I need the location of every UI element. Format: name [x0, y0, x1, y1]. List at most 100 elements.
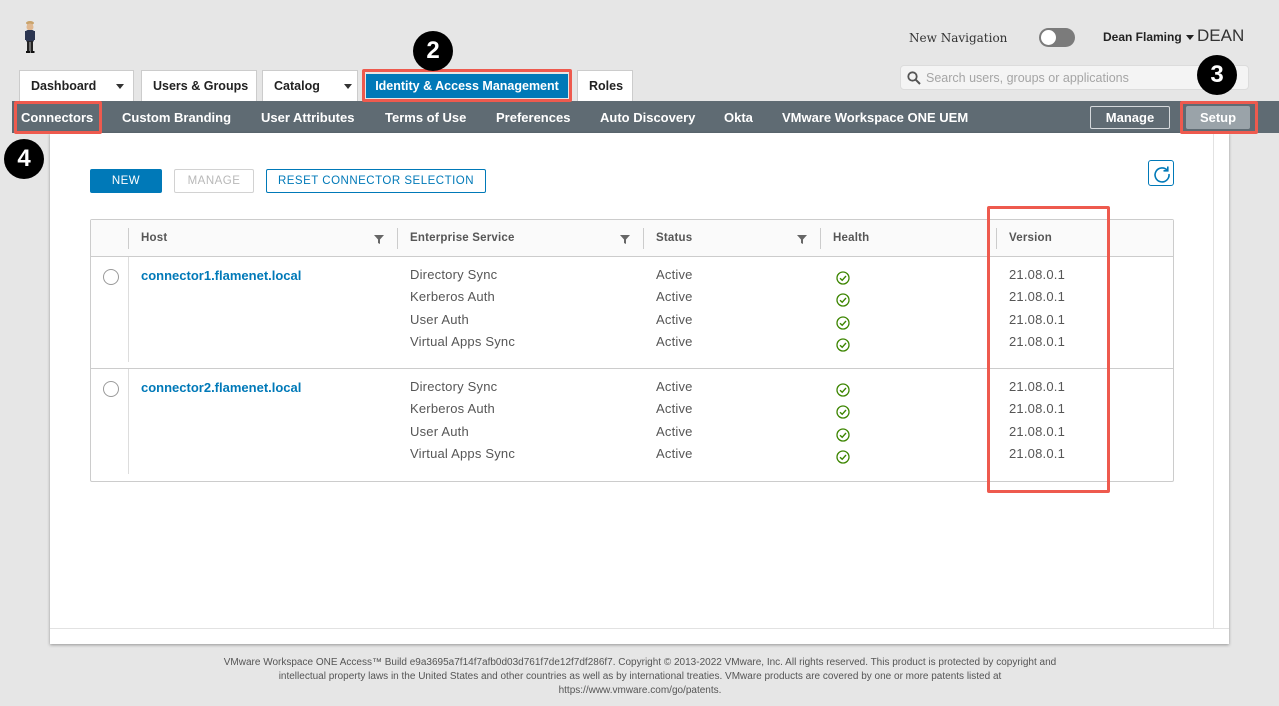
column-separator	[397, 228, 398, 249]
datagrid-header: Host Enterprise Service Status Health Ve…	[91, 220, 1173, 257]
status-cell: Active	[656, 401, 693, 416]
version-cell: 21.08.0.1	[1009, 379, 1066, 394]
tab-label: Identity & Access Management	[375, 79, 559, 93]
health-ok-icon	[836, 405, 850, 419]
tab-catalog[interactable]: Catalog	[262, 70, 358, 101]
filter-icon[interactable]	[797, 235, 807, 244]
subnav-item-custom-branding[interactable]: Custom Branding	[122, 110, 231, 125]
status-cell: Active	[656, 424, 693, 439]
footer-line: intellectual property laws in the United…	[278, 671, 1002, 682]
table-row: connector1.flamenet.local Directory Sync…	[91, 257, 1173, 369]
tenant-name: DEAN	[1197, 26, 1245, 45]
tab-label: Roles	[589, 79, 624, 93]
callout-badge-3: 3	[1197, 55, 1237, 95]
manage-button[interactable]: Manage	[1090, 106, 1170, 129]
service-cell: User Auth	[410, 312, 469, 327]
subnav-item-vmware-workspace-one-uem[interactable]: VMware Workspace ONE UEM	[782, 110, 968, 125]
subnav-item-user-attributes[interactable]: User Attributes	[261, 110, 354, 125]
column-header-health[interactable]: Health	[833, 232, 869, 244]
callout-badge-2: 2	[413, 31, 453, 71]
status-cell: Active	[656, 267, 693, 282]
version-cell: 21.08.0.1	[1009, 289, 1066, 304]
connectors-datagrid: Host Enterprise Service Status Health Ve…	[90, 219, 1174, 482]
caret-down-icon	[116, 84, 125, 90]
version-cell: 21.08.0.1	[1009, 401, 1066, 416]
service-cell: Kerberos Auth	[410, 401, 495, 416]
new-button[interactable]: NEW	[90, 169, 162, 193]
filter-icon[interactable]	[620, 235, 630, 244]
health-ok-icon	[836, 293, 850, 307]
new-navigation-toggle[interactable]	[1039, 28, 1075, 47]
caret-down-icon	[1185, 34, 1194, 40]
refresh-icon	[1154, 166, 1170, 183]
tab-label: Users & Groups	[153, 79, 249, 93]
caret-down-icon	[343, 84, 352, 90]
status-cell: Active	[656, 334, 693, 349]
callout-badge-4: 4	[4, 139, 44, 179]
reset-connector-selection-button[interactable]: RESET CONNECTOR SELECTION	[266, 169, 486, 193]
service-cell: Kerberos Auth	[410, 289, 495, 304]
version-cell: 21.08.0.1	[1009, 312, 1066, 327]
column-separator	[128, 369, 129, 474]
column-separator	[128, 257, 129, 362]
service-cell: Virtual Apps Sync	[410, 446, 516, 461]
subnav-item-connectors[interactable]: Connectors	[21, 110, 93, 125]
health-ok-icon	[836, 383, 850, 397]
status-cell: Active	[656, 379, 693, 394]
column-separator	[820, 228, 821, 249]
sub-navigation-bar: Connectors Custom Branding User Attribut…	[12, 101, 1279, 133]
health-ok-icon	[836, 271, 850, 285]
version-cell: 21.08.0.1	[1009, 446, 1066, 461]
column-header-host[interactable]: Host	[141, 232, 167, 244]
divider	[50, 628, 1229, 629]
status-cell: Active	[656, 289, 693, 304]
refresh-button[interactable]	[1148, 160, 1174, 186]
subnav-item-auto-discovery[interactable]: Auto Discovery	[600, 110, 695, 125]
health-ok-icon	[836, 316, 850, 330]
footer-copyright: VMware Workspace ONE Access™ Build e9a36…	[160, 656, 1120, 698]
footer-line: https://www.vmware.com/go/patents.	[558, 685, 722, 696]
new-navigation-label: New Navigation	[909, 31, 1008, 45]
service-cell: Directory Sync	[410, 379, 498, 394]
tab-users-groups[interactable]: Users & Groups	[141, 70, 257, 101]
subnav-item-terms-of-use[interactable]: Terms of Use	[385, 110, 466, 125]
column-header-version[interactable]: Version	[1009, 232, 1052, 244]
column-separator	[643, 228, 644, 249]
column-separator	[128, 228, 129, 249]
tab-identity-access-management[interactable]: Identity & Access Management	[366, 74, 568, 98]
row-select-radio[interactable]	[103, 381, 119, 397]
version-cell: 21.08.0.1	[1009, 424, 1066, 439]
service-cell: Virtual Apps Sync	[410, 334, 516, 349]
user-menu[interactable]: Dean Flaming	[1103, 30, 1198, 44]
subnav-item-okta[interactable]: Okta	[724, 110, 753, 125]
health-ok-icon	[836, 450, 850, 464]
tab-dashboard[interactable]: Dashboard	[19, 70, 134, 101]
row-select-radio[interactable]	[103, 269, 119, 285]
status-cell: Active	[656, 312, 693, 327]
version-cell: 21.08.0.1	[1009, 267, 1066, 282]
user-name: Dean Flaming	[1103, 30, 1182, 44]
service-cell: Directory Sync	[410, 267, 498, 282]
status-cell: Active	[656, 446, 693, 461]
column-header-status[interactable]: Status	[656, 232, 692, 244]
search-input[interactable]	[926, 69, 1226, 87]
tab-roles[interactable]: Roles	[577, 70, 633, 101]
version-cell: 21.08.0.1	[1009, 334, 1066, 349]
search-icon	[907, 71, 921, 85]
tab-label: Catalog	[274, 79, 320, 93]
column-header-enterprise-service[interactable]: Enterprise Service	[410, 232, 515, 244]
tab-label: Dashboard	[31, 79, 97, 93]
host-link[interactable]: connector2.flamenet.local	[141, 380, 301, 395]
filter-icon[interactable]	[374, 235, 384, 244]
manage-connector-button[interactable]: MANAGE	[174, 169, 254, 193]
column-separator	[996, 228, 997, 249]
divider	[1213, 133, 1214, 628]
health-ok-icon	[836, 428, 850, 442]
health-ok-icon	[836, 338, 850, 352]
toggle-knob	[1041, 30, 1056, 45]
host-link[interactable]: connector1.flamenet.local	[141, 268, 301, 283]
setup-button[interactable]: Setup	[1186, 106, 1250, 129]
connectors-panel: NEW MANAGE RESET CONNECTOR SELECTION Hos…	[50, 133, 1229, 644]
subnav-item-preferences[interactable]: Preferences	[496, 110, 570, 125]
person-logo-icon	[25, 21, 35, 53]
